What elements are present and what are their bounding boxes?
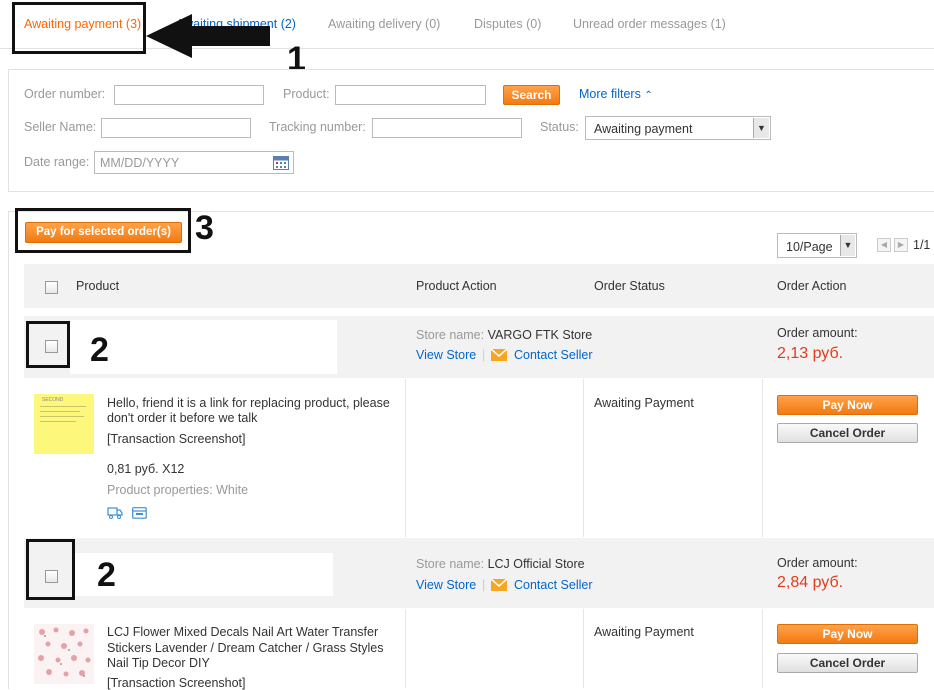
annotation-box-3 <box>15 208 191 253</box>
tab-awaiting-delivery[interactable]: Awaiting delivery (0) <box>328 17 440 31</box>
envelope-icon[interactable] <box>491 349 507 361</box>
contact-seller-link[interactable]: Contact Seller <box>514 578 593 592</box>
pay-now-button[interactable]: Pay Now <box>777 624 918 644</box>
envelope-icon[interactable] <box>491 579 507 591</box>
arrow-left-icon <box>146 14 270 58</box>
product-title-link[interactable]: LCJ Flower Mixed Decals Nail Art Water T… <box>107 625 397 672</box>
column-divider <box>583 609 584 688</box>
view-store-link[interactable]: View Store <box>416 578 476 592</box>
view-store-link[interactable]: View Store <box>416 348 476 362</box>
order-1-store: Store name: VARGO FTK Store <box>416 328 592 342</box>
tab-unread-messages[interactable]: Unread order messages (1) <box>573 17 726 31</box>
thumbnail-line <box>40 411 80 412</box>
product-price-quantity: 0,81 руб. X12 <box>107 462 185 476</box>
header-product: Product <box>76 279 120 293</box>
header-product-action: Product Action <box>416 279 497 293</box>
prev-page-icon[interactable]: ◀ <box>877 238 891 252</box>
dropdown-arrow-icon[interactable]: ▼ <box>840 235 855 256</box>
status-select-value: Awaiting payment <box>594 122 693 136</box>
chevron-up-icon: ⌃ <box>644 90 653 101</box>
column-divider <box>405 609 406 688</box>
order-number-label: Order number: <box>24 87 106 101</box>
annotation-box-2b <box>26 539 75 600</box>
annotation-number-2a: 2 <box>90 331 109 369</box>
date-placeholder: MM/DD/YYYY <box>100 156 180 170</box>
link-separator: | <box>482 578 486 592</box>
product-label: Product: <box>283 87 330 101</box>
column-divider <box>583 379 584 537</box>
thumbnail-line <box>40 421 76 422</box>
select-all-checkbox[interactable] <box>45 281 58 294</box>
order-status-text: Awaiting Payment <box>594 396 694 410</box>
column-divider <box>405 379 406 537</box>
date-range-label: Date range: <box>24 155 90 169</box>
cancel-order-button[interactable]: Cancel Order <box>777 423 918 443</box>
order-status-text: Awaiting Payment <box>594 625 694 639</box>
cancel-order-button[interactable]: Cancel Order <box>777 653 918 673</box>
link-separator: | <box>482 348 486 362</box>
seller-name-label: Seller Name: <box>24 120 97 134</box>
page-indicator: 1/1 <box>913 238 931 252</box>
header-order-action: Order Action <box>777 279 847 293</box>
store-name: VARGO FTK Store <box>487 328 593 342</box>
annotation-box-1 <box>12 2 146 54</box>
seller-name-input[interactable] <box>101 118 251 138</box>
status-select[interactable]: Awaiting payment ▼ <box>585 116 771 140</box>
order-2-store: Store name: LCJ Official Store <box>416 557 585 571</box>
dropdown-arrow-icon[interactable]: ▼ <box>753 118 769 138</box>
order-amount-label: Order amount: <box>777 556 858 570</box>
contact-seller-link[interactable]: Contact Seller <box>514 348 593 362</box>
product-properties: Product properties: White <box>107 483 249 497</box>
annotation-box-2a <box>26 321 70 368</box>
store-name-label: Store name: <box>416 328 485 342</box>
next-page-icon[interactable]: ▶ <box>894 238 908 252</box>
tracking-number-label: Tracking number: <box>269 120 366 134</box>
transaction-screenshot-link[interactable]: [Transaction Screenshot] <box>107 432 246 446</box>
product-title-link[interactable]: Hello, friend it is a link for replacing… <box>107 396 397 426</box>
thumbnail-line <box>40 416 84 417</box>
thumbnail-caption: SECOND <box>42 397 64 403</box>
tab-disputes[interactable]: Disputes (0) <box>474 17 541 31</box>
header-order-status: Order Status <box>594 279 665 293</box>
annotation-number-3: 3 <box>195 209 214 247</box>
order-amount: 2,84 руб. <box>777 574 844 591</box>
page-size-value: 10/Page <box>786 240 833 254</box>
order-number-input[interactable] <box>114 85 264 105</box>
calendar-icon[interactable] <box>273 156 289 170</box>
column-divider <box>762 609 763 688</box>
shipping-truck-icon[interactable] <box>107 506 123 519</box>
product-input[interactable] <box>335 85 486 105</box>
page-size-select[interactable]: 10/Page ▼ <box>777 233 857 258</box>
pay-now-button[interactable]: Pay Now <box>777 395 918 415</box>
tracking-number-input[interactable] <box>372 118 522 138</box>
status-label: Status: <box>540 120 579 134</box>
thumbnail-line <box>40 406 86 407</box>
more-filters-link[interactable]: More filters ⌃ <box>579 87 653 101</box>
payment-card-icon[interactable] <box>132 507 147 519</box>
product-thumbnail[interactable]: SECOND <box>34 394 94 454</box>
product-thumbnail[interactable] <box>34 624 94 684</box>
more-filters-label: More filters <box>579 87 641 101</box>
order-amount-label: Order amount: <box>777 326 858 340</box>
order-amount: 2,13 руб. <box>777 345 844 362</box>
order-1-redaction <box>70 320 337 374</box>
search-button[interactable]: Search <box>503 85 560 105</box>
date-range-input[interactable]: MM/DD/YYYY <box>94 151 294 174</box>
annotation-number-2b: 2 <box>97 556 116 594</box>
column-divider <box>762 379 763 537</box>
store-name: LCJ Official Store <box>487 557 585 571</box>
store-name-label: Store name: <box>416 557 485 571</box>
